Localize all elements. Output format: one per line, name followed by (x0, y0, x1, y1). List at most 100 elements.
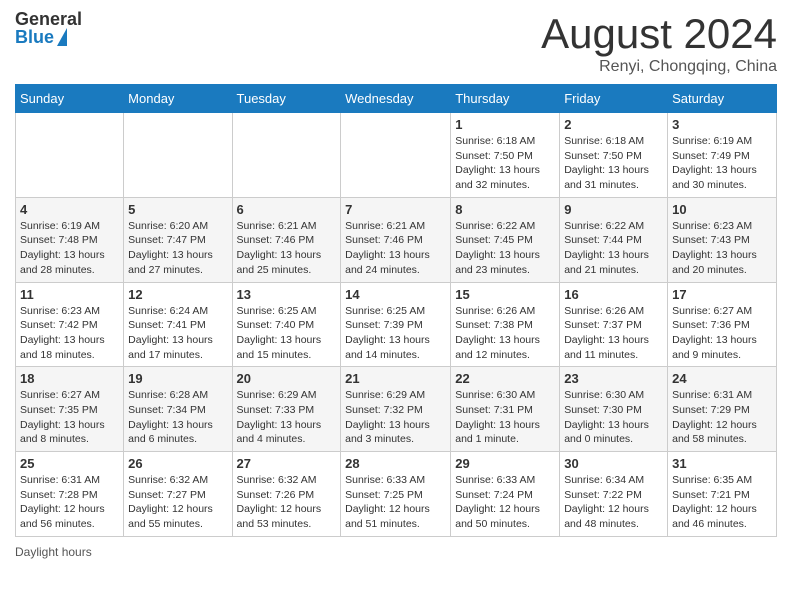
header-day-thursday: Thursday (451, 85, 560, 113)
header: General Blue August 2024 Renyi, Chongqin… (15, 10, 777, 76)
day-number: 21 (345, 371, 446, 386)
week-row-4: 18 Sunrise: 6:27 AM Sunset: 7:35 PM Dayli… (16, 367, 777, 452)
calendar-cell: 24 Sunrise: 6:31 AM Sunset: 7:29 PM Dayli… (668, 367, 777, 452)
day-info: Sunrise: 6:30 AM Sunset: 7:31 PM Dayligh… (455, 388, 555, 447)
day-info: Sunrise: 6:25 AM Sunset: 7:39 PM Dayligh… (345, 304, 446, 363)
location-subtitle: Renyi, Chongqing, China (541, 58, 777, 76)
header-day-sunday: Sunday (16, 85, 124, 113)
calendar-cell: 31 Sunrise: 6:35 AM Sunset: 7:21 PM Dayli… (668, 452, 777, 537)
calendar-cell: 5 Sunrise: 6:20 AM Sunset: 7:47 PM Daylig… (124, 197, 232, 282)
calendar-cell: 30 Sunrise: 6:34 AM Sunset: 7:22 PM Dayli… (560, 452, 668, 537)
day-number: 4 (20, 202, 119, 217)
calendar-cell: 27 Sunrise: 6:32 AM Sunset: 7:26 PM Dayli… (232, 452, 341, 537)
calendar-body: 1 Sunrise: 6:18 AM Sunset: 7:50 PM Daylig… (16, 113, 777, 537)
day-number: 2 (564, 117, 663, 132)
day-number: 19 (128, 371, 227, 386)
footer: Daylight hours (15, 545, 777, 559)
day-number: 12 (128, 287, 227, 302)
day-info: Sunrise: 6:23 AM Sunset: 7:43 PM Dayligh… (672, 219, 772, 278)
day-number: 15 (455, 287, 555, 302)
day-info: Sunrise: 6:27 AM Sunset: 7:35 PM Dayligh… (20, 388, 119, 447)
week-row-5: 25Sunrise: 6:31 AM Sunset: 7:28 PM Dayli… (16, 452, 777, 537)
calendar-cell: 21Sunrise: 6:29 AM Sunset: 7:32 PM Dayli… (341, 367, 451, 452)
day-number: 28 (345, 456, 446, 471)
day-number: 24 (672, 371, 772, 386)
day-info: Sunrise: 6:33 AM Sunset: 7:24 PM Dayligh… (455, 473, 555, 532)
calendar-cell: 26Sunrise: 6:32 AM Sunset: 7:27 PM Dayli… (124, 452, 232, 537)
calendar-cell: 15Sunrise: 6:26 AM Sunset: 7:38 PM Dayli… (451, 282, 560, 367)
day-info: Sunrise: 6:31 AM Sunset: 7:29 PM Dayligh… (672, 388, 772, 447)
day-info: Sunrise: 6:19 AM Sunset: 7:48 PM Dayligh… (20, 219, 119, 278)
day-info: Sunrise: 6:35 AM Sunset: 7:21 PM Dayligh… (672, 473, 772, 532)
day-number: 18 (20, 371, 119, 386)
day-info: Sunrise: 6:30 AM Sunset: 7:30 PM Dayligh… (564, 388, 663, 447)
calendar-cell: 3Sunrise: 6:19 AM Sunset: 7:49 PM Daylig… (668, 113, 777, 198)
calendar-header: SundayMondayTuesdayWednesdayThursdayFrid… (16, 85, 777, 113)
calendar-cell: 29Sunrise: 6:33 AM Sunset: 7:24 PM Dayli… (451, 452, 560, 537)
logo: General Blue (15, 10, 82, 46)
calendar-cell: 17 Sunrise: 6:27 AM Sunset: 7:36 PM Dayli… (668, 282, 777, 367)
day-number: 1 (455, 117, 555, 132)
header-day-monday: Monday (124, 85, 232, 113)
calendar-cell: 1 Sunrise: 6:18 AM Sunset: 7:50 PM Daylig… (451, 113, 560, 198)
calendar-cell: 2Sunrise: 6:18 AM Sunset: 7:50 PM Daylig… (560, 113, 668, 198)
day-number: 25 (20, 456, 119, 471)
day-info: Sunrise: 6:23 AM Sunset: 7:42 PM Dayligh… (20, 304, 119, 363)
calendar-cell (124, 113, 232, 198)
day-number: 31 (672, 456, 772, 471)
day-number: 5 (128, 202, 227, 217)
day-info: Sunrise: 6:21 AM Sunset: 7:46 PM Dayligh… (345, 219, 446, 278)
header-day-wednesday: Wednesday (341, 85, 451, 113)
week-row-2: 4 Sunrise: 6:19 AM Sunset: 7:48 PM Daylig… (16, 197, 777, 282)
header-day-tuesday: Tuesday (232, 85, 341, 113)
day-info: Sunrise: 6:21 AM Sunset: 7:46 PM Dayligh… (237, 219, 337, 278)
calendar-cell: 6 Sunrise: 6:21 AM Sunset: 7:46 PM Daylig… (232, 197, 341, 282)
day-number: 9 (564, 202, 663, 217)
day-info: Sunrise: 6:29 AM Sunset: 7:33 PM Dayligh… (237, 388, 337, 447)
calendar-cell: 20Sunrise: 6:29 AM Sunset: 7:33 PM Dayli… (232, 367, 341, 452)
day-info: Sunrise: 6:20 AM Sunset: 7:47 PM Dayligh… (128, 219, 227, 278)
day-number: 27 (237, 456, 337, 471)
day-info: Sunrise: 6:18 AM Sunset: 7:50 PM Dayligh… (455, 134, 555, 193)
calendar-cell: 8Sunrise: 6:22 AM Sunset: 7:45 PM Daylig… (451, 197, 560, 282)
calendar-cell (232, 113, 341, 198)
week-row-3: 11 Sunrise: 6:23 AM Sunset: 7:42 PM Dayli… (16, 282, 777, 367)
logo-triangle-icon (57, 28, 67, 46)
day-info: Sunrise: 6:27 AM Sunset: 7:36 PM Dayligh… (672, 304, 772, 363)
calendar-cell: 13Sunrise: 6:25 AM Sunset: 7:40 PM Dayli… (232, 282, 341, 367)
day-info: Sunrise: 6:22 AM Sunset: 7:44 PM Dayligh… (564, 219, 663, 278)
day-number: 16 (564, 287, 663, 302)
calendar-cell: 28 Sunrise: 6:33 AM Sunset: 7:25 PM Dayli… (341, 452, 451, 537)
day-info: Sunrise: 6:24 AM Sunset: 7:41 PM Dayligh… (128, 304, 227, 363)
calendar-cell: 4 Sunrise: 6:19 AM Sunset: 7:48 PM Daylig… (16, 197, 124, 282)
calendar-cell (16, 113, 124, 198)
title-area: August 2024 Renyi, Chongqing, China (541, 10, 777, 76)
logo-general: General (15, 10, 82, 28)
day-info: Sunrise: 6:32 AM Sunset: 7:26 PM Dayligh… (237, 473, 337, 532)
calendar-cell: 12 Sunrise: 6:24 AM Sunset: 7:41 PM Dayli… (124, 282, 232, 367)
calendar-cell: 23Sunrise: 6:30 AM Sunset: 7:30 PM Dayli… (560, 367, 668, 452)
day-number: 10 (672, 202, 772, 217)
calendar-cell: 25Sunrise: 6:31 AM Sunset: 7:28 PM Dayli… (16, 452, 124, 537)
day-number: 11 (20, 287, 119, 302)
day-number: 8 (455, 202, 555, 217)
day-number: 22 (455, 371, 555, 386)
calendar-cell: 7Sunrise: 6:21 AM Sunset: 7:46 PM Daylig… (341, 197, 451, 282)
day-info: Sunrise: 6:33 AM Sunset: 7:25 PM Dayligh… (345, 473, 446, 532)
day-number: 17 (672, 287, 772, 302)
calendar-cell: 9 Sunrise: 6:22 AM Sunset: 7:44 PM Daylig… (560, 197, 668, 282)
calendar-table: SundayMondayTuesdayWednesdayThursdayFrid… (15, 84, 777, 537)
day-number: 3 (672, 117, 772, 132)
calendar-cell: 16Sunrise: 6:26 AM Sunset: 7:37 PM Dayli… (560, 282, 668, 367)
calendar-cell: 22 Sunrise: 6:30 AM Sunset: 7:31 PM Dayli… (451, 367, 560, 452)
calendar-cell: 14 Sunrise: 6:25 AM Sunset: 7:39 PM Dayli… (341, 282, 451, 367)
calendar-cell (341, 113, 451, 198)
day-info: Sunrise: 6:32 AM Sunset: 7:27 PM Dayligh… (128, 473, 227, 532)
logo-blue: Blue (15, 28, 54, 46)
day-number: 14 (345, 287, 446, 302)
day-number: 13 (237, 287, 337, 302)
day-number: 30 (564, 456, 663, 471)
header-day-friday: Friday (560, 85, 668, 113)
day-number: 6 (237, 202, 337, 217)
day-info: Sunrise: 6:34 AM Sunset: 7:22 PM Dayligh… (564, 473, 663, 532)
